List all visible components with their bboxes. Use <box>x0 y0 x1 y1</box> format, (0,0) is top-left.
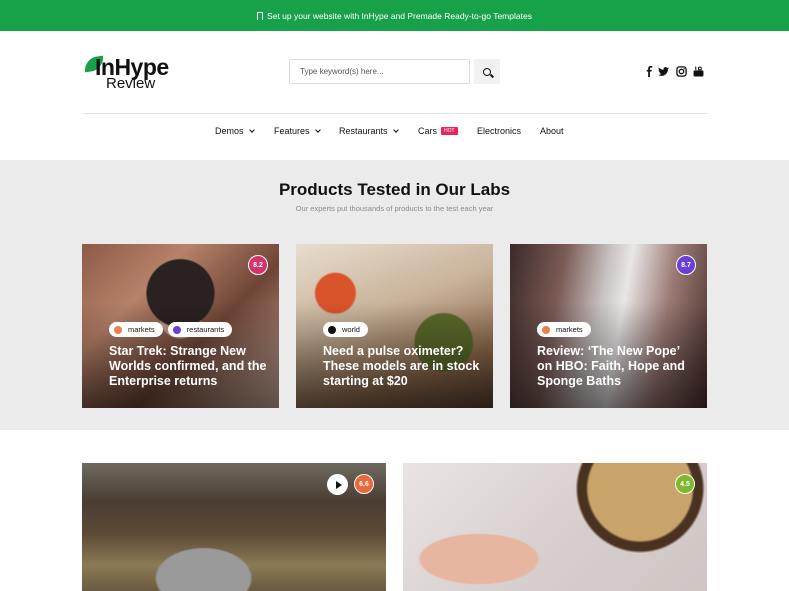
nav-label: Demos <box>215 126 244 136</box>
tag-restaurants[interactable]: restaurants <box>167 322 233 337</box>
nav-item-restaurants[interactable]: Restaurants <box>339 120 399 142</box>
post-card-large[interactable]: 6.6 <box>82 463 386 591</box>
nav-label: Restaurants <box>339 126 388 136</box>
score-value: 8.2 <box>253 261 263 269</box>
nav-item-electronics[interactable]: Electronics <box>477 120 521 142</box>
post-card[interactable]: 8.7 markets Review: ‘The New Pope’ on HB… <box>510 244 707 408</box>
post-title[interactable]: Review: ‘The New Pope’ on HBO: Faith, Ho… <box>537 344 697 389</box>
announcement-bar[interactable]: Set up your website with InHype and Prem… <box>0 0 789 31</box>
score-badge: 6.6 <box>354 474 374 494</box>
search-button[interactable] <box>474 59 500 84</box>
nav-label: Features <box>274 126 310 136</box>
tag-markets[interactable]: markets <box>537 322 591 337</box>
tag-label: world <box>342 325 360 334</box>
nav-item-features[interactable]: Features <box>274 120 321 142</box>
facebook-icon[interactable] <box>644 64 655 78</box>
header-divider <box>83 113 708 114</box>
nav-item-cars[interactable]: Cars HOT <box>418 120 458 142</box>
score-value: 4.5 <box>680 480 690 488</box>
bookmark-icon <box>257 11 264 23</box>
post-title[interactable]: Need a pulse oximeter? These models are … <box>323 344 483 389</box>
tag-label: restaurants <box>186 325 225 334</box>
post-card[interactable]: world Need a pulse oximeter? These model… <box>296 244 493 408</box>
category-dot <box>542 325 550 334</box>
nav-item-about[interactable]: About <box>540 120 564 142</box>
nav-label: About <box>540 126 564 136</box>
tag-markets[interactable]: markets <box>109 322 163 337</box>
category-tags: world <box>323 322 368 337</box>
hot-badge: HOT <box>441 127 458 135</box>
post-card[interactable]: 8.2 markets restaurants Star Trek: Stran… <box>82 244 279 408</box>
chevron-down-icon <box>314 126 321 133</box>
score-badge: 8.7 <box>676 255 696 275</box>
tag-label: markets <box>128 325 155 334</box>
score-badge: 8.2 <box>248 255 268 275</box>
chevron-down-icon <box>248 126 255 133</box>
youtube-icon[interactable] <box>693 64 704 78</box>
nav-item-demos[interactable]: Demos <box>215 120 255 142</box>
category-dot <box>172 325 181 334</box>
twitter-icon[interactable] <box>658 64 669 78</box>
category-tags: markets <box>537 322 591 337</box>
search-input[interactable]: Type keyword(s) here... <box>289 59 470 84</box>
score-badge: 4.5 <box>675 474 695 494</box>
nav-label: Electronics <box>477 126 522 136</box>
section-subtitle: Our experts put thousands of products to… <box>295 204 494 213</box>
nav-label: Cars <box>418 126 438 136</box>
category-dot <box>328 325 336 334</box>
logo-text-sub: Review <box>106 75 156 92</box>
tag-label: markets <box>556 325 583 334</box>
category-dot <box>114 325 122 334</box>
search-placeholder: Type keyword(s) here... <box>300 67 384 76</box>
category-tags: markets restaurants <box>109 322 233 337</box>
post-image <box>403 463 707 591</box>
tag-world[interactable]: world <box>323 322 368 337</box>
announcement-text: Set up your website with InHype and Prem… <box>267 10 532 21</box>
site-logo[interactable]: InHype Review <box>83 54 194 95</box>
play-button[interactable] <box>327 474 348 495</box>
instagram-icon[interactable] <box>676 64 687 78</box>
score-value: 6.6 <box>359 480 369 488</box>
search-icon <box>483 67 491 76</box>
section-title: Products Tested in Our Labs <box>278 180 511 199</box>
post-card-large[interactable]: 4.5 <box>403 463 707 591</box>
post-title[interactable]: Star Trek: Strange New Worlds confirmed,… <box>109 344 269 389</box>
main-navigation: Demos Features Restaurants Cars HOT Elect… <box>0 120 789 142</box>
score-value: 8.7 <box>681 261 691 269</box>
chevron-down-icon <box>392 126 399 133</box>
